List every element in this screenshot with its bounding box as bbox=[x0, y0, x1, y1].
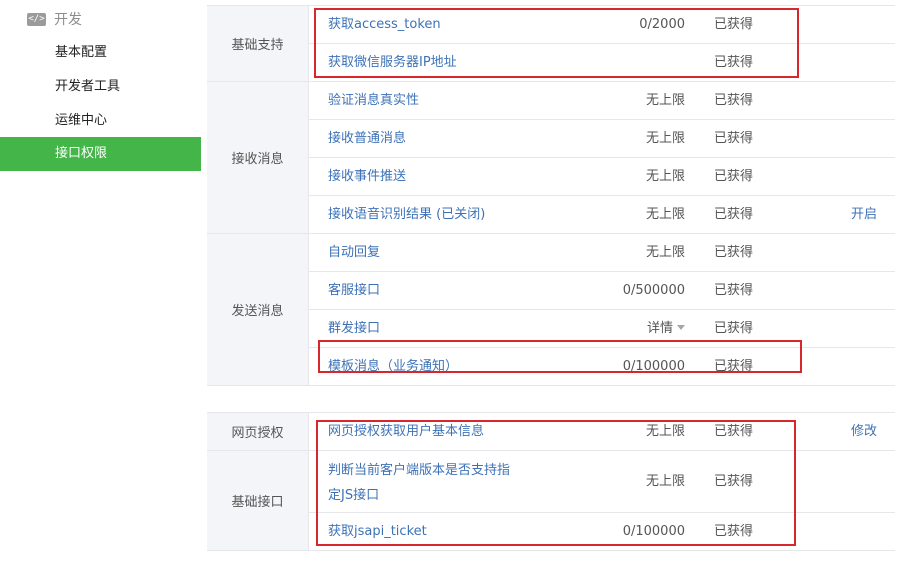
api-name-link[interactable]: 判断当前客户端版本是否支持指定JS接口 bbox=[328, 458, 518, 508]
table-row: 接收事件推送 无上限 已获得 bbox=[309, 158, 895, 196]
group-receive-messages: 接收消息 验证消息真实性 无上限 已获得 接收普通消息 无上限 已获得 接收事件… bbox=[207, 82, 895, 234]
group-label: 基础接口 bbox=[207, 451, 309, 550]
permissions-table-1: 基础支持 获取access_token 0/2000 已获得 获取微信服务器IP… bbox=[207, 5, 895, 386]
api-name-link[interactable]: 验证消息真实性 bbox=[328, 82, 419, 119]
api-limit: 0/100000 bbox=[622, 524, 685, 539]
api-name-link[interactable]: 接收语音识别结果 (已关闭) bbox=[328, 196, 485, 233]
api-limit: 无上限 bbox=[645, 131, 685, 146]
enable-button[interactable]: 开启 bbox=[851, 196, 877, 233]
details-label: 详情 bbox=[646, 321, 673, 336]
api-limit: 无上限 bbox=[645, 207, 685, 222]
api-status: 已获得 bbox=[714, 245, 754, 260]
api-name-link[interactable]: 模板消息（业务通知） bbox=[328, 348, 458, 385]
api-name-link[interactable]: 获取微信服务器IP地址 bbox=[328, 44, 457, 81]
api-status: 已获得 bbox=[714, 169, 754, 184]
api-name-link[interactable]: 客服接口 bbox=[328, 272, 380, 309]
api-status: 已获得 bbox=[714, 283, 754, 298]
group-web-authorization: 网页授权 网页授权获取用户基本信息 无上限 已获得 修改 bbox=[207, 413, 895, 451]
table-row: 自动回复 无上限 已获得 bbox=[309, 234, 895, 272]
sidebar-item-developer-tools[interactable]: 开发者工具 bbox=[0, 70, 201, 104]
api-limit: 无上限 bbox=[645, 169, 685, 184]
sidebar: </> 开发 基本配置 开发者工具 运维中心 接口权限 bbox=[0, 0, 201, 575]
api-status: 已获得 bbox=[714, 131, 754, 146]
api-limit: 无上限 bbox=[645, 245, 685, 260]
api-limit: 无上限 bbox=[645, 424, 685, 439]
api-name-link[interactable]: 群发接口 bbox=[328, 310, 380, 347]
table-row: 客服接口 0/500000 已获得 bbox=[309, 272, 895, 310]
table-row: 群发接口 详情 已获得 bbox=[309, 310, 895, 348]
group-basic-interfaces: 基础接口 判断当前客户端版本是否支持指定JS接口 无上限 已获得 获取jsapi… bbox=[207, 451, 895, 551]
table-row: 判断当前客户端版本是否支持指定JS接口 无上限 已获得 bbox=[309, 451, 895, 513]
main-content: 基础支持 获取access_token 0/2000 已获得 获取微信服务器IP… bbox=[207, 0, 895, 575]
api-limit: 0/100000 bbox=[622, 359, 685, 374]
api-name-link[interactable]: 接收普通消息 bbox=[328, 120, 406, 157]
api-limit: 0/2000 bbox=[639, 17, 685, 32]
sidebar-item-api-permissions[interactable]: 接口权限 bbox=[0, 137, 201, 171]
api-name-link[interactable]: 获取jsapi_ticket bbox=[328, 513, 427, 550]
details-dropdown[interactable]: 详情 bbox=[647, 310, 685, 347]
group-label: 发送消息 bbox=[207, 234, 309, 385]
sidebar-item-ops-center[interactable]: 运维中心 bbox=[0, 104, 201, 138]
api-status: 已获得 bbox=[714, 474, 754, 489]
table-row: 模板消息（业务通知） 0/100000 已获得 bbox=[309, 348, 895, 385]
api-limit: 无上限 bbox=[645, 93, 685, 108]
api-status: 已获得 bbox=[714, 524, 754, 539]
sidebar-section-develop: </> 开发 bbox=[27, 8, 82, 30]
api-status: 已获得 bbox=[714, 321, 754, 336]
group-basic-support: 基础支持 获取access_token 0/2000 已获得 获取微信服务器IP… bbox=[207, 6, 895, 82]
caret-down-icon bbox=[677, 325, 685, 330]
group-label: 接收消息 bbox=[207, 82, 309, 233]
table-row: 接收普通消息 无上限 已获得 bbox=[309, 120, 895, 158]
api-name-link[interactable]: 网页授权获取用户基本信息 bbox=[328, 413, 484, 450]
api-status: 已获得 bbox=[714, 17, 754, 32]
group-label: 基础支持 bbox=[207, 6, 309, 81]
table-row: 获取jsapi_ticket 0/100000 已获得 bbox=[309, 513, 895, 550]
group-label: 网页授权 bbox=[207, 413, 309, 450]
table-row: 网页授权获取用户基本信息 无上限 已获得 修改 bbox=[309, 413, 895, 450]
api-limit: 0/500000 bbox=[622, 283, 685, 298]
api-limit: 无上限 bbox=[645, 474, 685, 489]
table-row: 获取access_token 0/2000 已获得 bbox=[309, 6, 895, 44]
api-status: 已获得 bbox=[714, 93, 754, 108]
api-name-link[interactable]: 接收事件推送 bbox=[328, 158, 406, 195]
group-send-messages: 发送消息 自动回复 无上限 已获得 客服接口 0/500000 已获得 群发接口… bbox=[207, 234, 895, 386]
table-row: 验证消息真实性 无上限 已获得 bbox=[309, 82, 895, 120]
code-icon: </> bbox=[27, 12, 46, 26]
permissions-table-2: 网页授权 网页授权获取用户基本信息 无上限 已获得 修改 基础接口 判断当前客户… bbox=[207, 412, 895, 551]
api-status: 已获得 bbox=[714, 207, 754, 222]
sidebar-section-title: 开发 bbox=[54, 12, 82, 28]
api-name-link[interactable]: 获取access_token bbox=[328, 6, 441, 43]
api-status: 已获得 bbox=[714, 424, 754, 439]
api-status: 已获得 bbox=[714, 55, 754, 70]
table-row: 获取微信服务器IP地址 已获得 bbox=[309, 44, 895, 81]
api-name-link[interactable]: 自动回复 bbox=[328, 234, 380, 271]
sidebar-item-basic-config[interactable]: 基本配置 bbox=[0, 36, 201, 70]
api-status: 已获得 bbox=[714, 359, 754, 374]
modify-button[interactable]: 修改 bbox=[851, 413, 877, 450]
table-row: 接收语音识别结果 (已关闭) 无上限 已获得 开启 bbox=[309, 196, 895, 233]
